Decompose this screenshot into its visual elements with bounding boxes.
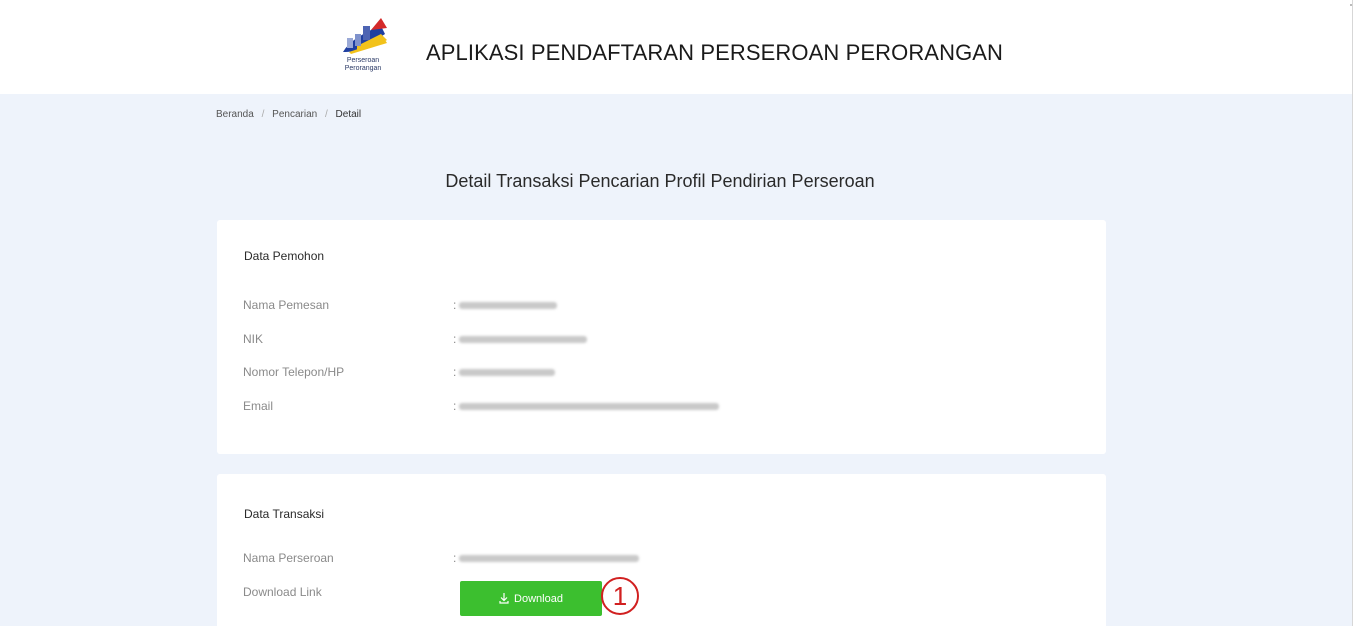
page-title: Detail Transaksi Pencarian Profil Pendir… <box>445 171 875 191</box>
breadcrumb: Beranda / Pencarian / Detail <box>216 109 361 120</box>
nomor-telepon-colon: : <box>453 365 457 379</box>
nomor-telepon-value-redacted <box>459 369 555 376</box>
app-header: Perseroan Perorangan APLIKASI PENDAFTARA… <box>0 0 1357 94</box>
data-transaksi-title: Data Transaksi <box>244 507 325 521</box>
data-pemohon-title: Data Pemohon <box>244 249 325 263</box>
nomor-telepon-label: Nomor Telepon/HP <box>243 365 345 379</box>
data-transaksi-card: Data Transaksi Nama Perseroan : Download… <box>217 474 1106 626</box>
nama-pemesan-label: Nama Pemesan <box>243 298 330 312</box>
app-title: APLIKASI PENDAFTARAN PERSEROAN PERORANGA… <box>426 40 1004 65</box>
breadcrumb-item-pencarian[interactable]: Pencarian <box>272 109 317 120</box>
nama-pemesan-colon: : <box>453 298 457 312</box>
nik-value-redacted <box>459 336 587 343</box>
breadcrumb-item-beranda[interactable]: Beranda <box>216 109 254 120</box>
nik-colon: : <box>453 332 457 346</box>
nama-perseroan-colon: : <box>453 551 457 565</box>
email-value-redacted <box>459 403 719 410</box>
download-button[interactable]: Download <box>460 581 602 616</box>
scrollbar-edge[interactable] <box>1352 0 1353 626</box>
nama-perseroan-label: Nama Perseroan <box>243 551 334 565</box>
step-marker: 1 <box>601 577 639 615</box>
nama-perseroan-value-redacted <box>459 555 639 562</box>
download-link-label: Download Link <box>243 585 322 599</box>
email-colon: : <box>453 399 457 413</box>
data-pemohon-card: Data Pemohon Nama Pemesan : NIK : Nomor … <box>217 220 1106 454</box>
download-button-label: Download <box>514 592 563 605</box>
download-icon <box>499 593 509 604</box>
email-label: Email <box>243 399 274 413</box>
breadcrumb-item-detail: Detail <box>335 109 362 120</box>
logo-icon[interactable]: Perseroan Perorangan <box>327 16 399 78</box>
breadcrumb-separator: / <box>261 109 265 120</box>
logo-caption-line2: Perorangan <box>344 65 382 72</box>
nama-pemesan-value-redacted <box>459 302 557 309</box>
nik-label: NIK <box>243 332 264 346</box>
breadcrumb-separator: / <box>324 109 328 120</box>
logo-caption-line1: Perseroan <box>346 57 380 64</box>
